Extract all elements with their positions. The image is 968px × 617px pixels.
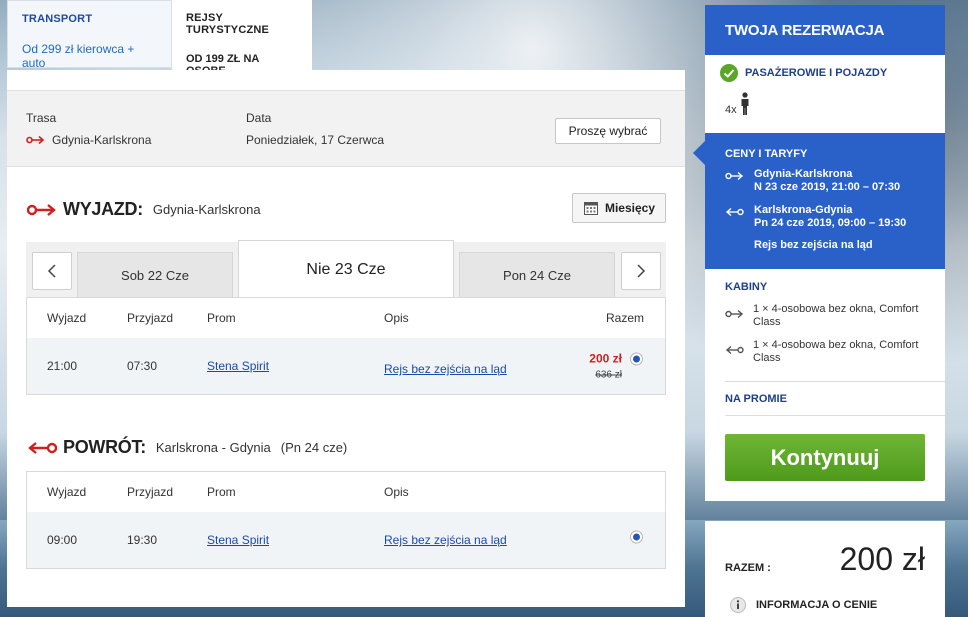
return-route: Karlskrona - Gdynia	[155, 440, 271, 455]
tab-transport[interactable]: TRANSPORT Od 299 zł kierowca + auto	[7, 0, 172, 70]
months-button-label: Miesięcy	[604, 201, 656, 215]
date-selector: Sob 22 Cze Nie 23 Cze Pon 24 Cze	[26, 240, 666, 298]
tab-cruises[interactable]: REJSY TURYSTYCZNE OD 199 ZŁ NA OSOBĘ	[172, 0, 312, 77]
table-header: Wyjazd Przyjazd Prom Opis Razem	[27, 298, 665, 338]
chevron-right-icon	[637, 264, 646, 278]
booking-panel: Trasa Gdynia-Karlskrona Data Poniedziałe…	[7, 70, 685, 607]
return-header: POWRÓT: Karlskrona - Gdynia (Pn 24 cze)	[27, 437, 347, 458]
route-arrow-icon	[26, 135, 45, 145]
outbound-route-icon	[725, 171, 744, 181]
cabins-block[interactable]: KABINY 1 × 4-osobowa bez okna, Comfort C…	[705, 269, 945, 381]
return-title: POWRÓT:	[63, 437, 146, 457]
info-icon	[730, 597, 746, 613]
arrive-time: 19:30	[127, 533, 158, 547]
prices-ret-route: Karlskrona-Gdynia	[754, 204, 853, 216]
col-arrive: Przyjazd	[127, 311, 174, 325]
total-card: RAZEM : 200 zł INFORMACJA O CENIE	[705, 521, 945, 617]
col-arrive: Przyjazd	[127, 485, 174, 499]
total-label: RAZEM :	[725, 562, 771, 574]
col-total: Razem	[606, 311, 645, 325]
date-value: Poniedziałek, 17 Czerwca	[246, 133, 385, 147]
table-row[interactable]: 21:00 07:30 Stena Spirit Rejs bez zejści…	[27, 338, 665, 394]
prices-title: CENY I TARYFY	[725, 148, 808, 160]
outbound-cabin-icon	[725, 309, 744, 319]
price-info-label: INFORMACJA O CENIE	[756, 599, 878, 611]
table-header: Wyjazd Przyjazd Prom Opis	[27, 472, 665, 512]
sidebar-title: TWOJA REZERWACJA	[705, 5, 945, 55]
next-date-button[interactable]	[621, 252, 661, 290]
tab-transport-subtitle: Od 299 zł kierowca + auto	[22, 42, 135, 70]
outbound-route: Gdynia-Karlskrona	[152, 202, 261, 217]
ship-link[interactable]: Stena Spirit	[207, 359, 269, 373]
cabin-ret: 1 × 4-osobowa bez okna, Comfort Class	[753, 339, 919, 364]
return-table: Wyjazd Przyjazd Prom Opis 09:00 19:30 St…	[26, 471, 666, 569]
date-label: Data	[246, 111, 272, 125]
total-value: 200 zł	[839, 541, 925, 577]
route-summary-bar: Trasa Gdynia-Karlskrona Data Poniedziałe…	[7, 90, 685, 167]
return-date: (Pn 24 cze)	[280, 440, 348, 455]
reservation-sidebar: TWOJA REZERWACJA PASAŻEROWIE I POJAZDY 4…	[693, 5, 945, 501]
select-radio[interactable]	[630, 530, 643, 544]
cabins-title: KABINY	[725, 281, 768, 293]
return-cabin-icon	[725, 345, 744, 355]
select-radio[interactable]	[630, 352, 643, 366]
price-info-link[interactable]: INFORMACJA O CENIE	[730, 597, 877, 613]
outbound-table: Wyjazd Przyjazd Prom Opis Razem 21:00 07…	[26, 297, 666, 395]
return-route-icon	[725, 207, 744, 217]
route-label: Trasa	[26, 111, 57, 125]
description-link[interactable]: Rejs bez zejścia na ląd	[384, 533, 507, 547]
prices-block[interactable]: CENY I TARYFY Gdynia-Karlskrona N 23 cze…	[693, 133, 945, 269]
tab-transport-title: TRANSPORT	[22, 13, 93, 25]
prices-ret-time: Pn 24 cze 2019, 09:00 – 19:30	[754, 217, 907, 229]
col-depart: Wyjazd	[47, 311, 87, 325]
outbound-header: WYJAZD: Gdynia-Karlskrona	[27, 199, 261, 220]
outbound-arrow-icon	[27, 203, 56, 216]
person-icon	[741, 92, 749, 115]
table-row[interactable]: 09:00 19:30 Stena Spirit Rejs bez zejści…	[27, 512, 665, 568]
col-desc: Opis	[384, 485, 409, 499]
depart-time: 09:00	[47, 533, 78, 547]
passengers-block[interactable]: PASAŻEROWIE I POJAZDY 4x	[705, 64, 945, 130]
arrive-time: 07:30	[127, 359, 158, 373]
col-desc: Opis	[384, 311, 409, 325]
check-circle-icon	[720, 64, 738, 82]
price-old: 636 zł	[595, 369, 622, 381]
cabin-out: 1 × 4-osobowa bez okna, Comfort Class	[753, 303, 919, 328]
route-value: Gdynia-Karlskrona	[52, 133, 152, 147]
col-ship: Prom	[207, 485, 236, 499]
chevron-left-icon	[47, 264, 56, 278]
depart-time: 21:00	[47, 359, 78, 373]
return-arrow-icon	[28, 441, 57, 454]
price-block: 200 zł 636 zł	[572, 352, 622, 381]
passengers-label: PASAŻEROWIE I POJAZDY	[745, 67, 888, 79]
col-ship: Prom	[207, 311, 236, 325]
months-button[interactable]: Miesięcy	[572, 193, 666, 223]
date-tab-prev[interactable]: Sob 22 Cze	[77, 252, 233, 298]
choose-date-button[interactable]: Proszę wybrać	[555, 118, 661, 144]
prices-fare: Rejs bez zejścia na ląd	[754, 239, 873, 251]
prices-out-time: N 23 cze 2019, 21:00 – 07:30	[754, 181, 901, 193]
prices-out-route: Gdynia-Karlskrona	[754, 168, 853, 180]
col-depart: Wyjazd	[47, 485, 87, 499]
passenger-count: 4x	[725, 104, 737, 116]
prev-date-button[interactable]	[32, 252, 72, 290]
divider	[725, 381, 945, 382]
ship-link[interactable]: Stena Spirit	[207, 533, 269, 547]
continue-button[interactable]: Kontynuuj	[725, 434, 925, 481]
date-tab-next[interactable]: Pon 24 Cze	[459, 252, 615, 298]
outbound-title: WYJAZD:	[63, 199, 143, 219]
onboard-label[interactable]: NA PROMIE	[725, 393, 787, 405]
date-tab-active[interactable]: Nie 23 Cze	[238, 240, 454, 298]
calendar-icon	[583, 202, 598, 215]
divider	[725, 415, 945, 416]
tab-cruises-title: REJSY TURYSTYCZNE	[186, 12, 270, 36]
description-link[interactable]: Rejs bez zejścia na ląd	[384, 362, 507, 376]
price-current: 200 zł	[589, 351, 622, 366]
